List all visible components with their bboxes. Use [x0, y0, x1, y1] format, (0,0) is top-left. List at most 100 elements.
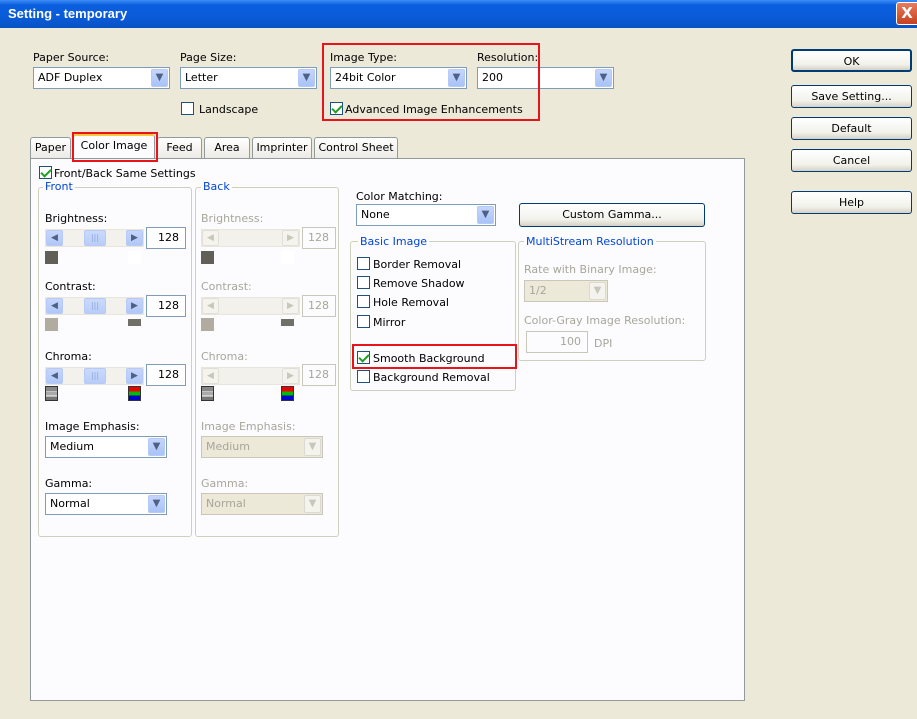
background-removal-label: Background Removal [373, 371, 490, 384]
front-group-title: Front [43, 180, 75, 193]
highlight-box [322, 43, 540, 121]
front-brightness-value[interactable]: 128 [146, 227, 186, 249]
tab-area[interactable]: Area [204, 137, 250, 158]
back-chroma-label: Chroma: [201, 350, 248, 363]
high-contrast-icon [128, 319, 141, 326]
mirror-checkbox[interactable] [357, 315, 370, 328]
chevron-left-icon[interactable]: ◀ [46, 298, 63, 314]
tab-imprinter[interactable]: Imprinter [252, 137, 312, 158]
chevron-down-icon: ▼ [589, 282, 606, 300]
color-matching-value: None [361, 208, 390, 221]
close-icon: X [901, 4, 913, 22]
default-button[interactable]: Default [791, 117, 912, 140]
front-contrast-slider[interactable]: ◀ ||| ▶ [45, 297, 144, 315]
front-chroma-value[interactable]: 128 [146, 364, 186, 386]
chevron-down-icon[interactable]: ▼ [148, 495, 165, 513]
page-size-select[interactable]: Letter ▼ [180, 67, 317, 89]
front-contrast-value[interactable]: 128 [146, 295, 186, 317]
page-size-value: Letter [185, 71, 218, 84]
rate-binary-value: 1/2 [529, 284, 547, 297]
color-matching-select[interactable]: None ▼ [356, 204, 496, 226]
chevron-down-icon[interactable]: ▼ [148, 438, 165, 456]
tab-feed[interactable]: Feed [157, 137, 202, 158]
chevron-down-icon: ▼ [304, 438, 321, 456]
light-swatch-icon [281, 251, 294, 264]
front-gamma-select[interactable]: Normal ▼ [45, 493, 167, 515]
mirror-label: Mirror [373, 316, 406, 329]
paper-source-label: Paper Source: [33, 51, 110, 64]
landscape-label: Landscape [199, 103, 259, 116]
chevron-left-icon: ◀ [202, 230, 219, 246]
back-emphasis-label: Image Emphasis: [201, 420, 296, 433]
front-emphasis-select[interactable]: Medium ▼ [45, 436, 167, 458]
ok-button[interactable]: OK [791, 49, 912, 72]
window-title-bar[interactable]: Setting - temporary [0, 0, 917, 28]
hole-removal-checkbox[interactable] [357, 295, 370, 308]
border-removal-label: Border Removal [373, 258, 462, 271]
slider-thumb[interactable]: ||| [84, 298, 106, 314]
low-contrast-icon [45, 318, 58, 331]
border-removal-checkbox[interactable] [357, 257, 370, 270]
rate-binary-select: 1/2 ▼ [524, 280, 608, 302]
back-chroma-slider: ◀ ▶ [201, 367, 300, 385]
chevron-down-icon[interactable]: ▼ [477, 206, 494, 224]
chevron-right-icon: ▶ [282, 368, 299, 384]
gray-chroma-icon [45, 386, 58, 401]
back-gamma-label: Gamma: [201, 477, 249, 490]
front-gamma-value: Normal [50, 497, 90, 510]
save-setting-button[interactable]: Save Setting... [791, 85, 912, 108]
rate-binary-label: Rate with Binary Image: [524, 263, 657, 276]
back-gamma-select: Normal ▼ [201, 493, 323, 515]
high-contrast-icon [281, 319, 294, 326]
back-brightness-slider: ◀ ▶ [201, 229, 300, 247]
back-emphasis-select: Medium ▼ [201, 436, 323, 458]
dark-swatch-icon [45, 251, 58, 264]
close-button[interactable]: X [896, 2, 917, 25]
back-chroma-value: 128 [302, 364, 336, 386]
tab-paper[interactable]: Paper [30, 137, 71, 158]
slider-thumb[interactable]: ||| [84, 230, 106, 246]
front-brightness-label: Brightness: [45, 212, 108, 225]
chevron-right-icon[interactable]: ▶ [126, 368, 143, 384]
basic-image-title: Basic Image [358, 235, 430, 248]
chevron-right-icon: ▶ [282, 230, 299, 246]
back-emphasis-value: Medium [206, 440, 250, 453]
highlight-box [352, 344, 517, 369]
remove-shadow-checkbox[interactable] [357, 276, 370, 289]
front-gamma-label: Gamma: [45, 477, 93, 490]
back-contrast-label: Contrast: [201, 280, 252, 293]
chevron-right-icon[interactable]: ▶ [126, 298, 143, 314]
chevron-left-icon[interactable]: ◀ [46, 230, 63, 246]
front-brightness-slider[interactable]: ◀ ||| ▶ [45, 229, 144, 247]
landscape-checkbox[interactable] [181, 102, 194, 115]
chevron-down-icon[interactable]: ▼ [151, 69, 168, 87]
color-chroma-icon [128, 386, 141, 401]
chevron-left-icon[interactable]: ◀ [46, 368, 63, 384]
front-emphasis-value: Medium [50, 440, 94, 453]
highlight-box [72, 132, 158, 162]
chevron-down-icon[interactable]: ▼ [298, 69, 315, 87]
front-back-same-label: Front/Back Same Settings [54, 167, 196, 180]
back-brightness-label: Brightness: [201, 212, 264, 225]
chevron-down-icon: ▼ [304, 495, 321, 513]
front-back-same-checkbox[interactable] [39, 166, 52, 179]
low-contrast-icon [201, 318, 214, 331]
front-contrast-label: Contrast: [45, 280, 96, 293]
slider-thumb[interactable]: ||| [84, 368, 106, 384]
paper-source-select[interactable]: ADF Duplex ▼ [33, 67, 170, 89]
custom-gamma-button[interactable]: Custom Gamma... [519, 203, 705, 227]
help-button[interactable]: Help [791, 191, 912, 214]
chevron-right-icon[interactable]: ▶ [126, 230, 143, 246]
chevron-down-icon[interactable]: ▼ [595, 69, 612, 87]
front-chroma-slider[interactable]: ◀ ||| ▶ [45, 367, 144, 385]
dpi-unit-label: DPI [594, 337, 613, 350]
tab-control-sheet[interactable]: Control Sheet [314, 137, 398, 158]
light-swatch-icon [128, 251, 141, 264]
page-size-label: Page Size: [180, 51, 237, 64]
color-chroma-icon [281, 386, 294, 401]
cancel-button[interactable]: Cancel [791, 149, 912, 172]
front-chroma-label: Chroma: [45, 350, 92, 363]
chevron-left-icon: ◀ [202, 298, 219, 314]
background-removal-checkbox[interactable] [357, 370, 370, 383]
dark-swatch-icon [201, 251, 214, 264]
